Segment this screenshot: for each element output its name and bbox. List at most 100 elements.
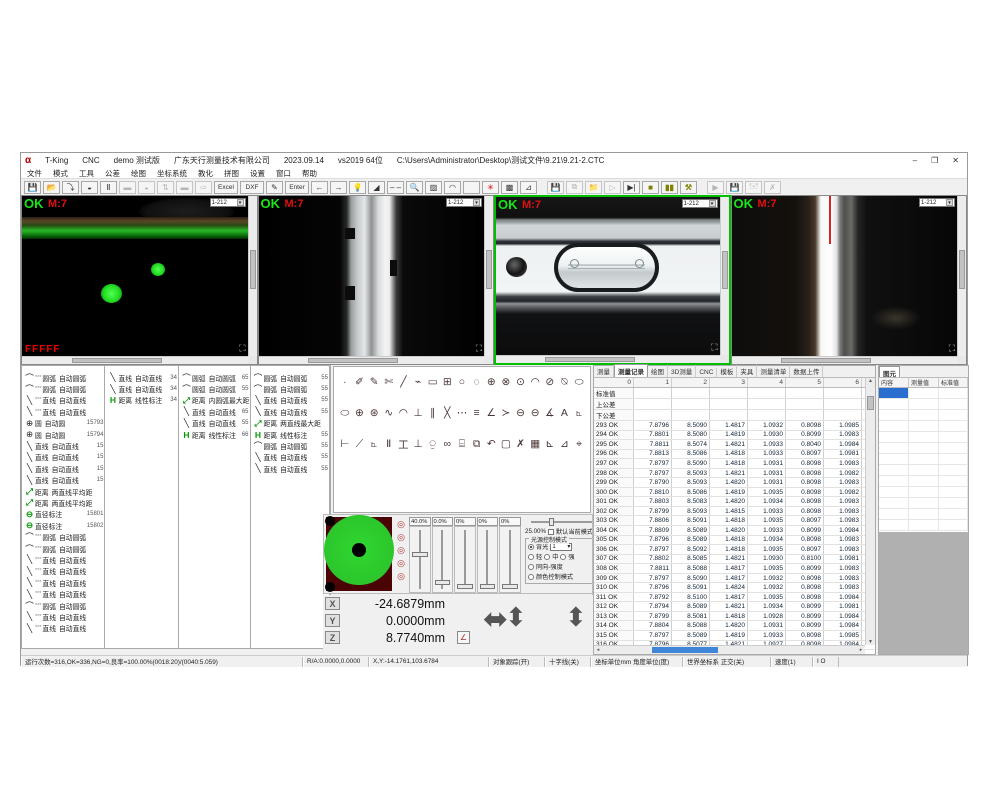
trim-tool[interactable]: ✄ [382,375,396,389]
feature-item[interactable]: ╲直线自动直线55 [179,418,250,429]
camera-hscroll-thumb[interactable] [545,357,634,362]
default-mode-checkbox[interactable] [548,529,554,535]
camera-zoom-dropdown[interactable]: 1-212▾ [446,198,482,207]
back-button[interactable]: ← [311,181,328,194]
menu-item-3[interactable]: 公差 [105,168,120,179]
polyline-tool[interactable]: ⌁ [411,375,425,389]
forward-button[interactable]: → [330,181,347,194]
feature-item[interactable]: ╲***直线自动直线 [22,566,104,577]
camera-zoom-dropdown[interactable]: 1-212▾ [682,199,718,208]
light-ring-icon-1[interactable]: ◎ [397,519,405,529]
tool-gray-1[interactable]: ▬ [119,181,136,194]
feature-item[interactable]: ⤢距离内圆弧最大距 [179,395,250,406]
datum-3-tool[interactable]: ⊿ [558,437,572,451]
feature-item[interactable]: ╲***直线自动直线 [22,623,104,634]
element-cell[interactable] [879,487,909,497]
table-row[interactable]: 305 OK7.87968.50891.48181.09340.80981.09… [594,536,875,546]
pick-edge-tool[interactable]: ✎ [367,375,381,389]
ellipse-scan-tool[interactable]: ⬭ [338,406,352,420]
element-cell[interactable] [909,520,939,530]
center-rect-tool[interactable]: ⊞ [440,375,454,389]
element-cell[interactable] [909,410,939,420]
auto-circle-tool[interactable]: ⊕ [484,375,498,389]
feature-item[interactable]: ⌒***圆弧自动圆弧 [22,600,104,611]
camera-corner-icon[interactable]: ⛶ [949,343,955,354]
play-gray-button[interactable]: ▷ [604,181,621,194]
target-tool[interactable]: ⌖ [572,437,586,451]
camera-vscroll-thumb[interactable] [250,250,256,288]
element-cell[interactable] [879,498,909,508]
menu-item-9[interactable]: 窗口 [276,168,291,179]
element-cell[interactable] [909,443,939,453]
table-row[interactable]: 295 OK7.88118.50741.48211.09330.80401.09… [594,440,875,450]
feature-item[interactable]: ╲***直线自动直线 [22,611,104,622]
element-cell[interactable] [879,410,909,420]
camera-corner-icon[interactable]: ⛶ [711,342,717,353]
light-slider-thumb[interactable] [457,584,473,589]
menu-item-5[interactable]: 坐标系统 [157,168,187,179]
feature-item[interactable]: ⊕圆自动圆15794 [22,429,104,440]
delete-tool[interactable]: ✗ [514,437,528,451]
feature-item[interactable]: ⌒圆弧自动圆弧55 [251,383,329,394]
angle-tool[interactable]: ∠ [484,406,498,420]
table-row[interactable]: 294 OK7.88018.50801.48191.09300.80991.09… [594,431,875,441]
element-cell[interactable] [939,388,968,398]
datum-tool[interactable]: ⦜ [572,406,586,420]
table-row[interactable]: 310 OK7.87968.50911.48241.09320.80981.09… [594,583,875,593]
tab-6[interactable]: 夹具 [737,365,757,377]
height-tool[interactable]: 工 [397,437,411,451]
ellipse-tool[interactable]: ⬭ [572,375,586,389]
element-cell[interactable] [909,498,939,508]
feature-item[interactable]: ⌒圆弧自动圆弧55 [179,383,250,394]
table-vscrollbar[interactable]: ▲▼ [865,378,875,645]
grid-view-tool[interactable]: ▦ [528,437,542,451]
point-set-tool[interactable]: ⋯ [455,406,469,420]
feature-item[interactable]: ╲直线自动直线15 [22,440,104,451]
feature-item[interactable]: ╲直线自动直线55 [251,452,329,463]
blank-button[interactable] [463,181,480,194]
angle-2-tool[interactable]: ∡ [543,406,557,420]
axis-z-icon[interactable]: Z [325,631,340,644]
stop-button[interactable]: ■ [642,181,659,194]
feature-item[interactable]: ⌒***圆弧自动圆弧 [22,383,104,394]
camera-zoom-dropdown[interactable]: 1-212▾ [919,198,955,207]
menu-item-6[interactable]: 教化 [198,168,213,179]
camera-vscrollbar[interactable] [957,196,966,356]
pick-point-tool[interactable]: ✐ [353,375,367,389]
arc-tool[interactable]: ◠ [528,375,542,389]
camera-vscroll-thumb[interactable] [959,250,965,288]
element-cell[interactable] [879,443,909,453]
element-cell[interactable] [909,487,939,497]
element-cell[interactable] [879,454,909,464]
element-cell[interactable] [939,454,968,464]
element-row[interactable] [879,520,968,531]
camera-hscroll-thumb[interactable] [781,358,871,363]
intersection-tool[interactable]: ╳ [440,406,454,420]
table-row[interactable]: 298 OK7.87978.50931.48211.09310.80981.09… [594,469,875,479]
run-to-button[interactable]: ▶| [623,181,640,194]
feature-item[interactable]: H距离线性标注34 [105,395,178,406]
element-cell[interactable] [939,509,968,519]
level-radio-1[interactable] [528,554,534,560]
tab-element[interactable]: 图元 [879,366,900,377]
camera-vscrollbar[interactable] [484,196,493,356]
element-row[interactable] [879,421,968,432]
jog-z-arrows-icon[interactable]: ⬍ [565,597,587,637]
table-row[interactable]: 303 OK7.88068.50911.48181.09350.80971.09… [594,516,875,526]
feature-item[interactable]: ⤢距离两直线平均距 [22,497,104,508]
master-brightness-slider[interactable] [531,518,592,526]
menu-item-0[interactable]: 文件 [27,168,42,179]
element-cell[interactable] [939,520,968,530]
camera-vscroll-thumb[interactable] [722,251,728,289]
cancel-button[interactable]: ✗ [764,181,781,194]
light-ring-icon-3[interactable]: ◎ [397,545,405,555]
text-tool[interactable]: A [558,406,572,420]
table-row[interactable]: 313 OK7.87998.50811.48181.09280.80991.09… [594,612,875,622]
camera-vscrollbar[interactable] [248,196,257,356]
camera-vscroll-thumb[interactable] [486,250,492,288]
camera-hscrollbar[interactable] [496,355,720,363]
calibration-pattern-button[interactable]: ▨ [425,181,442,194]
table-row[interactable]: 312 OK7.87948.50891.48211.09340.80991.09… [594,602,875,612]
table-row[interactable]: 309 OK7.87978.50901.48171.09320.80981.09… [594,574,875,584]
matrix-button[interactable]: ▩ [501,181,518,194]
